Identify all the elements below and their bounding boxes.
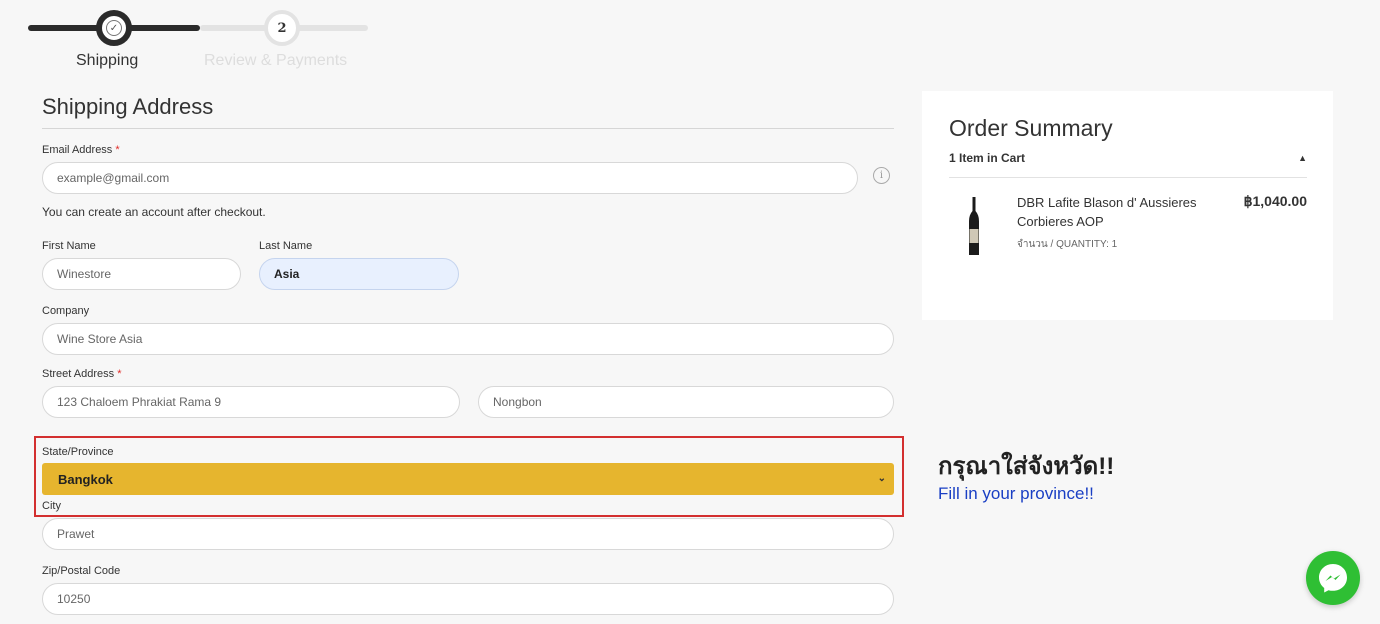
province-reminder-thai: กรุณาใส่จังหวัด!!: [938, 453, 1115, 480]
company-label: Company: [42, 305, 90, 317]
state-select[interactable]: Bangkok ⌄: [42, 463, 894, 495]
last-name-field[interactable]: Asia: [259, 258, 459, 290]
messenger-button[interactable]: [1306, 551, 1360, 605]
last-name-label: Last Name: [259, 240, 313, 252]
order-summary-title: Order Summary: [949, 115, 1113, 141]
step-shipping-label[interactable]: Shipping: [76, 52, 138, 70]
chevron-down-icon: ⌄: [877, 473, 886, 484]
caret-up-icon[interactable]: ▲: [1298, 153, 1307, 163]
shipping-form: Shipping Address: [42, 94, 894, 141]
account-note: You can create an account after checkout…: [42, 205, 266, 219]
city-label: City: [42, 500, 61, 512]
step-shipping-marker[interactable]: ✓: [96, 10, 132, 46]
company-field[interactable]: Wine Store Asia: [42, 323, 894, 355]
cart-count[interactable]: 1 Item in Cart: [949, 151, 1025, 165]
zip-field[interactable]: 10250: [42, 583, 894, 615]
state-label: State/Province: [42, 446, 114, 458]
street-address-label: Street Address *: [42, 368, 122, 380]
city-field[interactable]: Prawet: [42, 518, 894, 550]
province-reminder-english: Fill in your province!!: [938, 484, 1094, 503]
order-summary: Order Summary 1 Item in Cart ▲ DBR Lafit…: [922, 91, 1333, 320]
email-label: Email Address *: [42, 144, 120, 156]
step-review-label: Review & Payments: [204, 52, 348, 69]
title-divider: [42, 128, 894, 129]
checkout-progress: ✓ 2 Shipping Review & Payments: [28, 8, 368, 78]
street-line2-field[interactable]: Nongbon: [478, 386, 894, 418]
first-name-label: First Name: [42, 240, 96, 252]
step-review-marker: 2: [264, 10, 300, 46]
wine-bottle-icon: [969, 197, 979, 255]
zip-label: Zip/Postal Code: [42, 565, 121, 577]
check-icon: ✓: [106, 20, 122, 36]
info-icon[interactable]: i: [873, 167, 890, 184]
product-name: DBR Lafite Blason d' Aussieres Corbieres…: [1017, 195, 1197, 229]
email-field[interactable]: example@gmail.com: [42, 162, 858, 194]
page-title: Shipping Address: [42, 94, 214, 119]
product-quantity: จำนวน / QUANTITY: 1: [1017, 239, 1118, 250]
first-name-field[interactable]: Winestore: [42, 258, 241, 290]
messenger-icon: [1319, 564, 1347, 593]
street-line1-field[interactable]: 123 Chaloem Phrakiat Rama 9: [42, 386, 460, 418]
product-price: ฿1,040.00: [1243, 193, 1307, 209]
step-number: 2: [277, 20, 287, 36]
summary-divider: [949, 177, 1307, 178]
